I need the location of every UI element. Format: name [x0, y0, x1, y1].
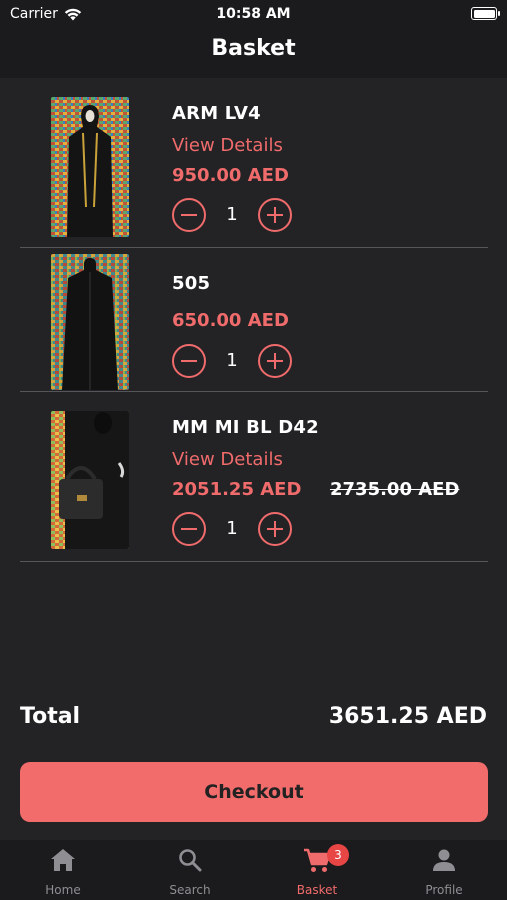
item-name: ARM LV4: [172, 103, 261, 124]
basket-screen: Carrier 10:58 AM Basket ARM LV4 View Det…: [0, 0, 507, 900]
quantity-value: 1: [226, 204, 238, 225]
item-price: 650.00 AED: [172, 310, 289, 331]
tab-label: Profile: [425, 883, 463, 897]
tab-search[interactable]: Search: [127, 840, 253, 900]
original-price: 2735.00 AED: [330, 479, 460, 500]
abaya-with-handbag-image[interactable]: [51, 411, 129, 549]
decrease-quantity-button[interactable]: [172, 198, 206, 232]
basket-item: 505 650.00 AED 1: [20, 248, 488, 392]
tab-label: Home: [45, 883, 81, 897]
status-bar: Carrier 10:58 AM: [0, 0, 507, 28]
quantity-stepper: 1: [172, 344, 297, 380]
quantity-value: 1: [226, 350, 238, 371]
person-icon: [433, 849, 455, 871]
home-icon: [51, 849, 75, 871]
item-price: 2051.25 AED: [172, 479, 302, 500]
decrease-quantity-button[interactable]: [172, 344, 206, 378]
battery-icon: [471, 7, 500, 20]
item-price: 950.00 AED: [172, 165, 289, 186]
tab-bar: Home Search 3 Basket Profile: [0, 840, 507, 900]
basket-item: MM MI BL D42 View Details 2051.25 AED 27…: [20, 392, 488, 562]
tab-basket[interactable]: 3 Basket: [254, 840, 380, 900]
quantity-stepper: 1: [172, 512, 297, 548]
status-time: 10:58 AM: [216, 6, 291, 22]
page-title: Basket: [211, 36, 296, 61]
increase-quantity-button[interactable]: [258, 512, 292, 546]
view-details-link[interactable]: View Details: [172, 135, 283, 156]
cart-count-badge: 3: [327, 844, 349, 866]
basket-item: ARM LV4 View Details 950.00 AED 1: [20, 78, 488, 248]
search-icon: [179, 849, 202, 872]
abaya-gold-trim-image[interactable]: [51, 97, 129, 237]
increase-quantity-button[interactable]: [258, 344, 292, 378]
checkout-button[interactable]: Checkout: [20, 762, 488, 822]
item-name: MM MI BL D42: [172, 417, 319, 438]
decrease-quantity-button[interactable]: [172, 512, 206, 546]
abaya-plain-image[interactable]: [51, 254, 129, 390]
tab-label: Basket: [296, 883, 338, 897]
total-label: Total: [20, 704, 81, 729]
item-name: 505: [172, 273, 211, 294]
view-details-link[interactable]: View Details: [172, 449, 283, 470]
quantity-value: 1: [226, 518, 238, 539]
tab-profile[interactable]: Profile: [381, 840, 507, 900]
increase-quantity-button[interactable]: [258, 198, 292, 232]
top-bar: Carrier 10:58 AM Basket: [0, 0, 507, 78]
tab-label: Search: [169, 883, 211, 897]
total-value: 3651.25 AED: [328, 704, 487, 729]
tab-home[interactable]: Home: [0, 840, 126, 900]
quantity-stepper: 1: [172, 198, 297, 234]
